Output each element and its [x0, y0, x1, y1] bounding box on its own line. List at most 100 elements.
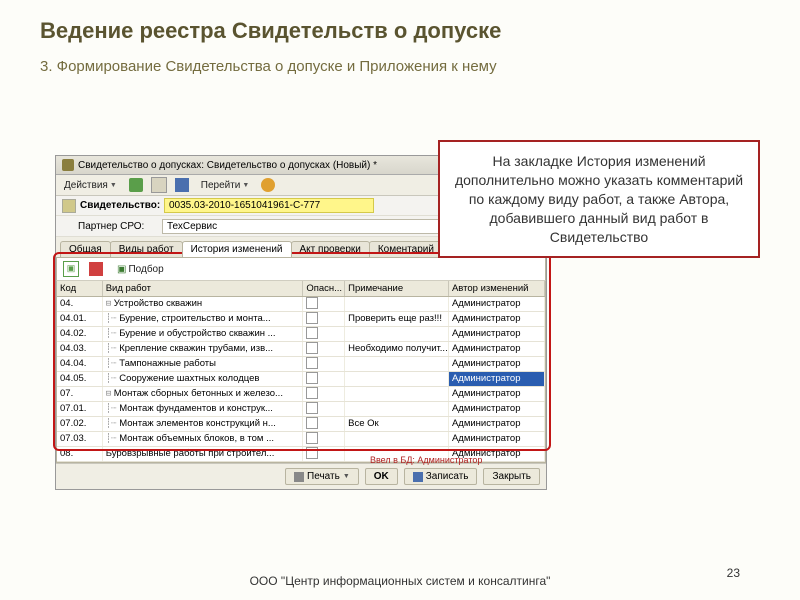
- checkbox-icon[interactable]: [306, 357, 318, 369]
- cell-work: ⊟ Монтаж сборных бетонных и железо...: [103, 387, 304, 401]
- cell-work: ┊┈ Монтаж элементов конструкций н...: [103, 417, 304, 431]
- table-row[interactable]: 07.03.┊┈ Монтаж объемных блоков, в том .…: [57, 432, 545, 447]
- checkbox-icon[interactable]: [306, 312, 318, 324]
- add-icon[interactable]: [129, 178, 143, 192]
- help-icon[interactable]: [261, 178, 275, 192]
- checkbox-icon[interactable]: [306, 327, 318, 339]
- cell-author: Администратор: [449, 432, 545, 446]
- tab-works[interactable]: Виды работ: [110, 241, 183, 257]
- checkbox-icon[interactable]: [306, 447, 318, 459]
- cell-work: ⊟ Устройство скважин: [103, 297, 304, 311]
- cell-danger[interactable]: [303, 432, 345, 446]
- cell-danger[interactable]: [303, 357, 345, 371]
- checkbox-icon[interactable]: [306, 402, 318, 414]
- cell-note[interactable]: [345, 432, 449, 446]
- col-code[interactable]: Код: [57, 281, 103, 296]
- cell-work: ┊┈ Монтаж фундаментов и конструк...: [103, 402, 304, 416]
- cell-author: Администратор: [449, 327, 545, 341]
- col-danger[interactable]: Опасн...: [303, 281, 345, 296]
- cell-code: 04.05.: [57, 372, 103, 386]
- cell-danger[interactable]: [303, 402, 345, 416]
- ok-button[interactable]: OK: [365, 468, 398, 485]
- cell-code: 07.03.: [57, 432, 103, 446]
- cell-code: 08.: [57, 447, 103, 461]
- grid-header: Код Вид работ Опасн... Примечание Автор …: [57, 281, 545, 297]
- cell-author: Администратор: [449, 372, 545, 386]
- doc-icon: [62, 199, 76, 213]
- cell-note[interactable]: Все Ок: [345, 417, 449, 431]
- cell-danger[interactable]: [303, 297, 345, 311]
- cell-note[interactable]: [345, 357, 449, 371]
- expand-icon[interactable]: ▣: [63, 261, 79, 277]
- cell-work: ┊┈ Крепление скважин трубами, изв...: [103, 342, 304, 356]
- data-grid: Код Вид работ Опасн... Примечание Автор …: [56, 281, 546, 463]
- table-row[interactable]: 04.04.┊┈ Тампонажные работыАдминистратор: [57, 357, 545, 372]
- tab-history[interactable]: История изменений: [182, 241, 292, 257]
- checkbox-icon[interactable]: [306, 342, 318, 354]
- checkbox-icon[interactable]: [306, 417, 318, 429]
- table-row[interactable]: 07.01.┊┈ Монтаж фундаментов и конструк..…: [57, 402, 545, 417]
- save-icon[interactable]: [175, 178, 189, 192]
- cell-note[interactable]: [345, 402, 449, 416]
- cell-danger[interactable]: [303, 312, 345, 326]
- app-icon: [62, 159, 74, 171]
- cell-note[interactable]: Проверить еще раз!!!: [345, 312, 449, 326]
- cell-note[interactable]: [345, 327, 449, 341]
- table-row[interactable]: 04.01.┊┈ Бурение, строительство и монта.…: [57, 312, 545, 327]
- window-title: Свидетельство о допусках: Свидетельство …: [78, 160, 377, 171]
- tab-comment[interactable]: Коментарий: [369, 241, 443, 257]
- cell-danger[interactable]: [303, 447, 345, 461]
- table-row[interactable]: 07.02.┊┈ Монтаж элементов конструкций н.…: [57, 417, 545, 432]
- checkbox-icon[interactable]: [306, 297, 318, 309]
- cell-author: Администратор: [449, 342, 545, 356]
- table-row[interactable]: 04.02.┊┈ Бурение и обустройство скважин …: [57, 327, 545, 342]
- checkbox-icon[interactable]: [306, 372, 318, 384]
- cell-danger[interactable]: [303, 372, 345, 386]
- col-author[interactable]: Автор изменений: [449, 281, 545, 296]
- cell-danger[interactable]: [303, 417, 345, 431]
- certificate-value[interactable]: 0035.03-2010-1651041961-С-777: [164, 198, 374, 213]
- delete-row-icon[interactable]: [89, 262, 103, 276]
- table-row[interactable]: 07.⊟ Монтаж сборных бетонных и железо...…: [57, 387, 545, 402]
- button-bar: Печать▼ OK Записать Закрыть: [56, 463, 546, 489]
- tab-audit[interactable]: Акт проверки: [291, 241, 370, 257]
- chevron-down-icon: ▼: [242, 182, 249, 189]
- cell-work: ┊┈ Бурение и обустройство скважин ...: [103, 327, 304, 341]
- cell-author: Администратор: [449, 297, 545, 311]
- cell-work: ┊┈ Тампонажные работы: [103, 357, 304, 371]
- cell-danger[interactable]: [303, 342, 345, 356]
- cell-author: Администратор: [449, 312, 545, 326]
- checkbox-icon[interactable]: [306, 387, 318, 399]
- select-button[interactable]: ▣Подбор: [113, 263, 168, 276]
- cell-code: 07.02.: [57, 417, 103, 431]
- print-button[interactable]: Печать▼: [285, 468, 359, 485]
- cell-code: 07.01.: [57, 402, 103, 416]
- actions-menu[interactable]: Действия▼: [60, 179, 121, 192]
- goto-menu[interactable]: Перейти▼: [197, 179, 254, 192]
- checkbox-icon[interactable]: [306, 432, 318, 444]
- cell-note[interactable]: [345, 297, 449, 311]
- cell-code: 04.04.: [57, 357, 103, 371]
- table-row[interactable]: 04.03.┊┈ Крепление скважин трубами, изв.…: [57, 342, 545, 357]
- cell-note[interactable]: Необходимо получит...: [345, 342, 449, 356]
- cell-code: 04.02.: [57, 327, 103, 341]
- cell-note[interactable]: [345, 372, 449, 386]
- partner-label: Партнер СРО:: [78, 221, 158, 232]
- col-work[interactable]: Вид работ: [103, 281, 304, 296]
- tab-general[interactable]: Общая: [60, 241, 111, 257]
- cell-author: Администратор: [449, 417, 545, 431]
- cell-danger[interactable]: [303, 327, 345, 341]
- table-row[interactable]: 04.⊟ Устройство скважинАдминистратор: [57, 297, 545, 312]
- save-button[interactable]: Записать: [404, 468, 478, 485]
- cell-danger[interactable]: [303, 387, 345, 401]
- disk-icon: [413, 472, 423, 482]
- cell-note[interactable]: [345, 387, 449, 401]
- slide-footer: ООО "Центр информационных систем и конса…: [0, 574, 800, 588]
- col-note[interactable]: Примечание: [345, 281, 449, 296]
- table-row[interactable]: 04.05.┊┈ Сооружение шахтных колодцевАдми…: [57, 372, 545, 387]
- db-author-note: Ввел в БД: Администратор: [370, 455, 482, 465]
- chevron-down-icon: ▼: [343, 473, 350, 480]
- printer-icon: [294, 472, 304, 482]
- copy-icon[interactable]: [151, 177, 167, 193]
- close-button[interactable]: Закрыть: [483, 468, 540, 485]
